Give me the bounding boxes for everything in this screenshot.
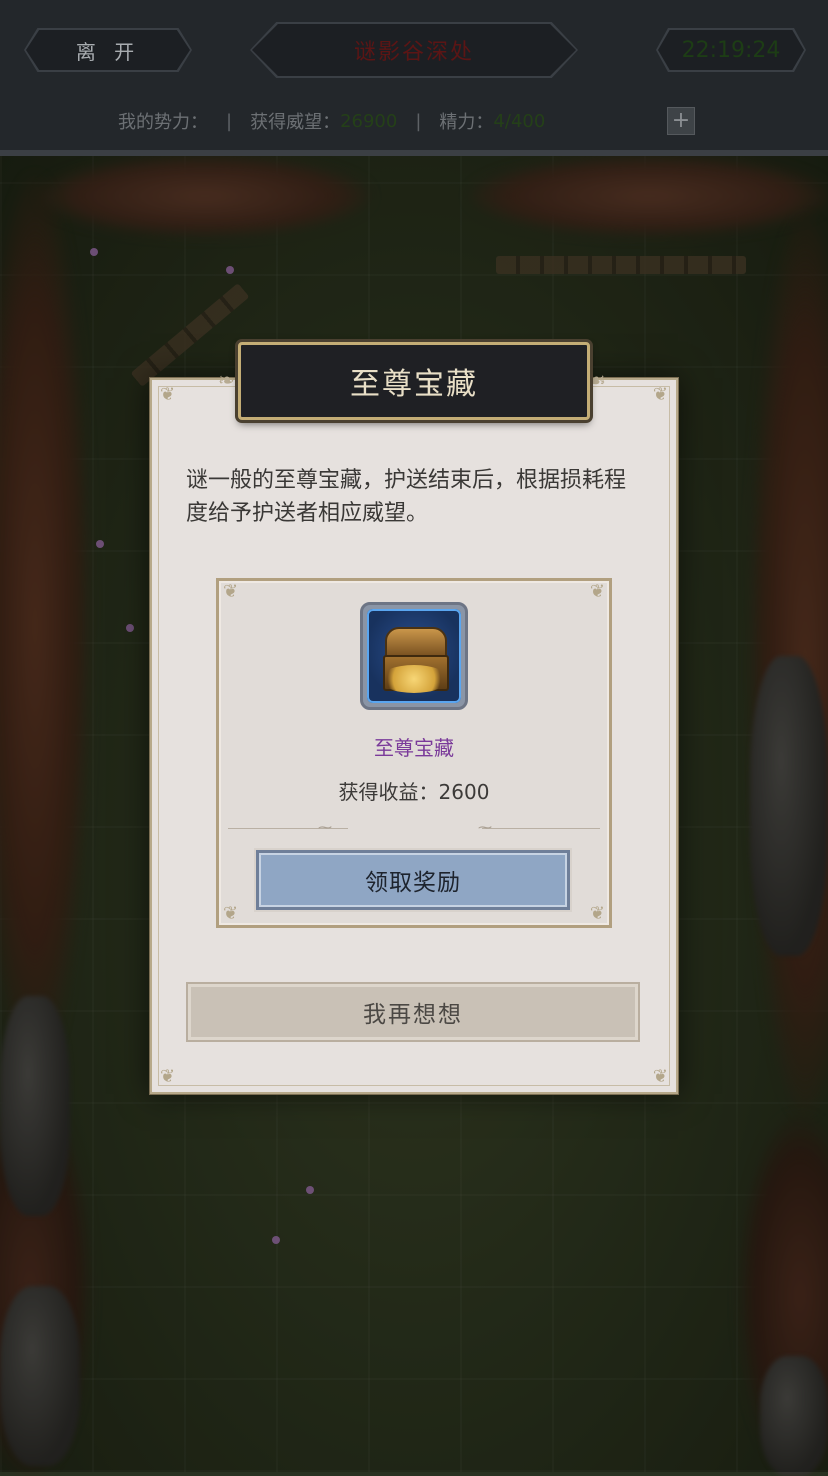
dialog-title-plate: 至尊宝藏 [238,342,590,420]
leave-label: 离 开 [75,39,141,64]
claim-reward-button[interactable]: 领取奖励 [256,850,570,910]
prestige-value: 26900 [340,110,398,132]
clock-display: 22:19:24 [656,28,806,72]
reward-item-slot[interactable] [360,602,468,710]
divider-ornament-icon: ⁓ [478,820,492,836]
corner-ornament-icon: ❦ [160,1066,176,1087]
treasure-chest-icon [367,609,461,703]
reward-name: 至尊宝藏 [374,736,454,760]
energy-label: 精力： [439,112,494,133]
prestige-label: 获得威望： [250,112,341,133]
reconsider-label: 我再想想 [363,1002,463,1028]
reconsider-button[interactable]: 我再想想 [186,982,640,1042]
location-title-banner: 谜影谷深处 [250,22,578,78]
divider-ornament-icon: ⁓ [318,820,332,836]
dialog-title: 至尊宝藏 [350,367,478,402]
top-bar: 离 开 谜影谷深处 22:19:24 我的势力： | 获得威望： 26900 |… [0,0,828,156]
title-wing-right-icon: ☙ [588,368,606,392]
claim-reward-label: 领取奖励 [365,870,461,896]
divider [482,828,600,829]
corner-ornament-icon: ❦ [652,384,668,405]
add-energy-button[interactable]: + [667,107,695,135]
title-wing-left-icon: ❧ [218,368,235,392]
stats-separator: | [415,110,422,132]
corner-ornament-icon: ❦ [160,384,176,405]
stats-row: 我的势力： | 获得威望： 26900 | 精力： 4/400 [118,107,563,135]
corner-ornament-icon: ❦ [223,581,239,602]
location-title: 谜影谷深处 [353,40,474,65]
corner-ornament-icon: ❦ [589,903,605,924]
corner-ornament-icon: ❦ [652,1066,668,1087]
plus-icon: + [671,108,691,133]
stats-separator: | [226,110,233,132]
corner-ornament-icon: ❦ [589,581,605,602]
clock-text: 22:19:24 [681,37,781,63]
corner-ornament-icon: ❦ [223,903,239,924]
leave-button[interactable]: 离 开 [24,28,192,72]
energy-value: 4/400 [493,110,546,132]
dialog-description: 谜一般的至尊宝藏，护送结束后，根据损耗程度给予护送者相应威望。 [186,468,627,526]
reward-income: 获得收益：2600 [338,780,490,804]
faction-label: 我的势力： [118,112,208,133]
